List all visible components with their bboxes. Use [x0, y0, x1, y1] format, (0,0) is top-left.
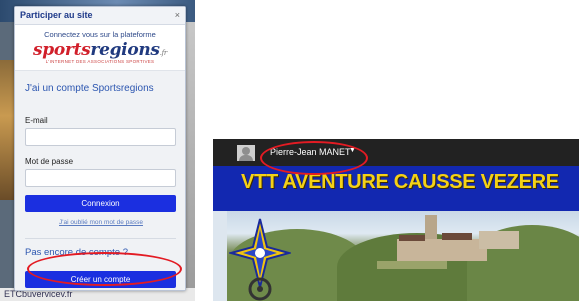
logo-suffix: .fr — [159, 49, 168, 57]
password-label: Mot de passe — [25, 157, 74, 166]
account-heading: J'ai un compte Sportsregions — [25, 83, 154, 94]
photo-roof — [399, 235, 425, 241]
email-label: E-mail — [25, 116, 48, 125]
forgot-password-link[interactable]: J'ai oublié mon mot de passe — [15, 219, 187, 226]
password-field[interactable] — [25, 169, 176, 187]
site-screenshot: Pierre-Jean MANET ▼ VTT AVENTURE CAUSSE … — [213, 139, 579, 301]
sportsregions-logo: sportsregions.fr — [15, 40, 185, 60]
photo-village — [397, 239, 487, 261]
login-button[interactable]: Connexion — [25, 195, 176, 212]
dialog-header: Participer au site × — [15, 7, 185, 25]
logo-part-sports: sports — [33, 40, 91, 60]
form-divider — [25, 238, 176, 239]
avatar-icon[interactable] — [237, 145, 255, 161]
photo-field — [377, 261, 447, 269]
site-banner: VTT AVENTURE CAUSSE VEZERE — [213, 166, 579, 211]
logo-part-regions: regions — [90, 40, 160, 60]
login-dialog: Participer au site × Connectez vous sur … — [14, 6, 186, 291]
email-field[interactable] — [25, 128, 176, 146]
close-icon[interactable]: × — [175, 10, 180, 20]
connect-text: Connectez vous sur la plateforme — [44, 30, 156, 39]
photo-roof — [442, 233, 472, 240]
club-logo — [229, 218, 291, 301]
site-title: VTT AVENTURE CAUSSE VEZERE — [241, 171, 559, 193]
login-form: J'ai un compte Sportsregions E-mail Mot … — [15, 70, 185, 290]
create-account-button[interactable]: Créer un compte — [25, 271, 176, 288]
user-topbar: Pierre-Jean MANET ▼ — [213, 139, 579, 166]
no-account-heading: Pas encore de compte ? — [25, 247, 128, 258]
login-screenshot: ETCbuvervicev.fr Participer au site × Co… — [0, 0, 195, 301]
caret-down-icon[interactable]: ▼ — [349, 147, 356, 154]
dialog-title: Participer au site — [20, 10, 93, 20]
user-name-menu[interactable]: Pierre-Jean MANET — [270, 147, 351, 157]
photo-house — [479, 231, 519, 249]
